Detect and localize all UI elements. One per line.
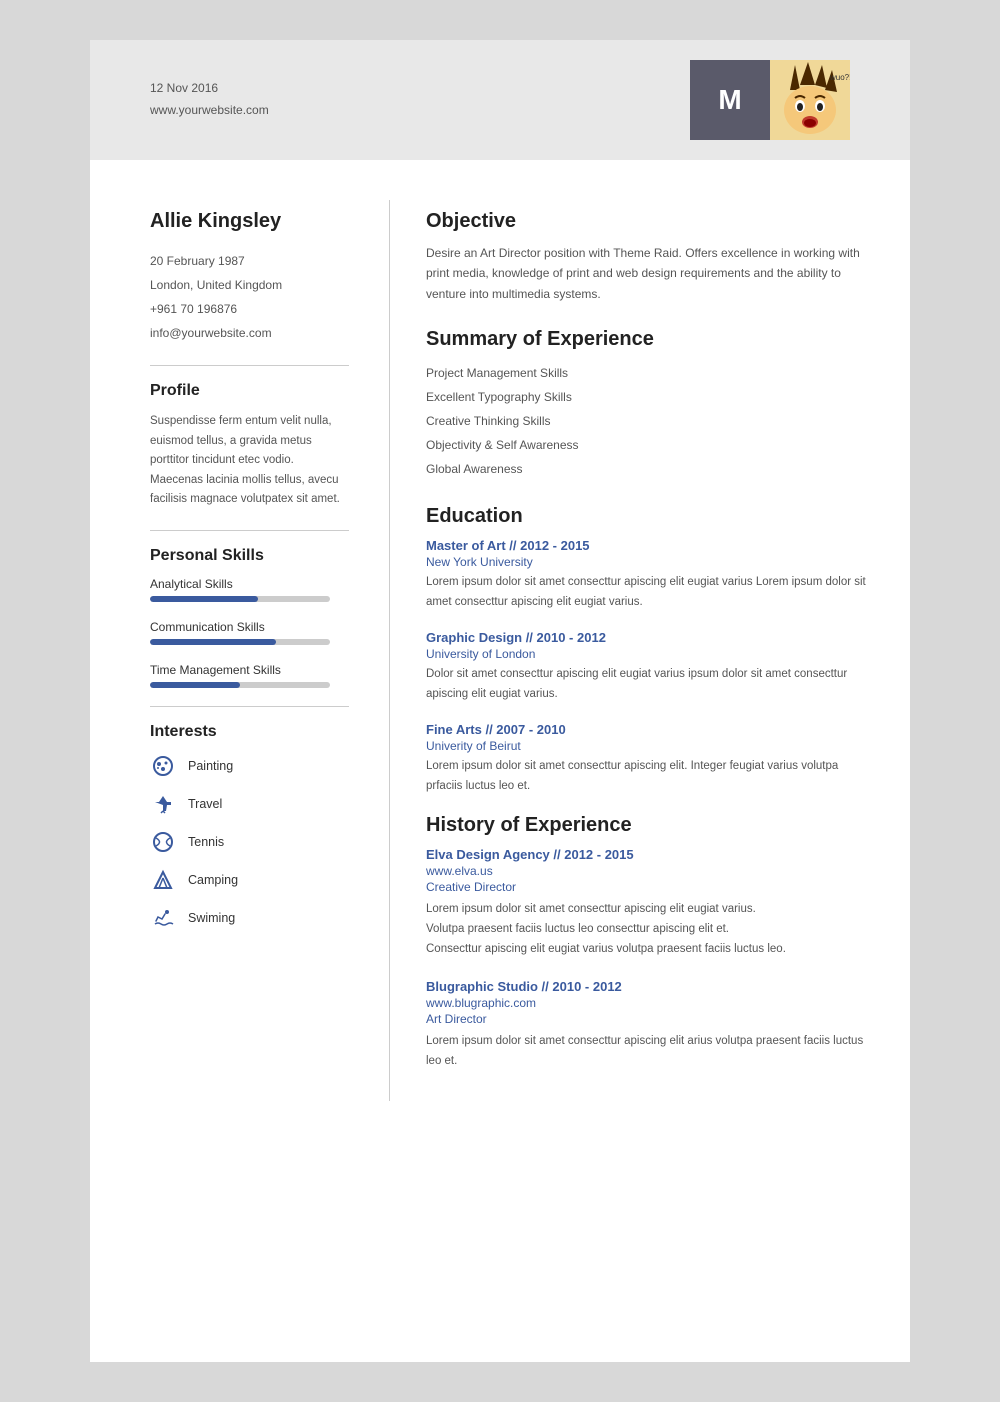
- summary-item-4: Objectivity & Self Awareness: [426, 433, 870, 457]
- interest-travel: Travel: [150, 791, 349, 817]
- education-title: Education: [426, 505, 870, 528]
- edu-desc-2: Dolor sit amet consecttur apiscing elit …: [426, 665, 870, 704]
- interests-title: Interests: [150, 723, 349, 741]
- content-area: Allie Kingsley 20 February 1987 London, …: [90, 160, 910, 1141]
- exp-desc-1: Lorem ipsum dolor sit amet consecttur ap…: [426, 900, 870, 959]
- exp-role-2: Art Director: [426, 1012, 870, 1026]
- header-meta: 12 Nov 2016 www.yourwebsite.com: [150, 78, 269, 121]
- avatar-cartoon: wuo?!: [770, 60, 850, 140]
- person-location: London, United Kingdom: [150, 273, 349, 297]
- skill-analytical-label: Analytical Skills: [150, 577, 349, 591]
- travel-icon: [150, 791, 176, 817]
- skill-time: Time Management Skills: [150, 663, 349, 688]
- skill-analytical-bar: [150, 596, 330, 602]
- skill-time-fill: [150, 682, 240, 688]
- summary-list: Project Management Skills Excellent Typo…: [426, 361, 870, 481]
- painting-icon: [150, 753, 176, 779]
- skill-time-bar: [150, 682, 330, 688]
- interest-painting: Painting: [150, 753, 349, 779]
- exp-entry-2: Blugraphic Studio // 2010 - 2012 www.blu…: [426, 979, 870, 1071]
- divider-1: [150, 365, 349, 366]
- person-dob: 20 February 1987: [150, 249, 349, 273]
- exp-url-2: www.blugraphic.com: [426, 996, 870, 1010]
- interest-painting-label: Painting: [188, 759, 233, 773]
- edu-desc-1: Lorem ipsum dolor sit amet consecttur ap…: [426, 573, 870, 612]
- interest-camping: Camping: [150, 867, 349, 893]
- right-column: Objective Desire an Art Director positio…: [390, 200, 910, 1101]
- contact-info: 20 February 1987 London, United Kingdom …: [150, 249, 349, 345]
- edu-entry-2: Graphic Design // 2010 - 2012 University…: [426, 630, 870, 704]
- edu-school-3: Univerity of Beirut: [426, 739, 870, 753]
- header-avatar-area: M: [690, 60, 850, 140]
- summary-title: Summary of Experience: [426, 328, 870, 351]
- header-date: 12 Nov 2016: [150, 78, 269, 100]
- skill-communication: Communication Skills: [150, 620, 349, 645]
- interest-swimming: Swiming: [150, 905, 349, 931]
- skill-time-label: Time Management Skills: [150, 663, 349, 677]
- edu-degree-1: Master of Art // 2012 - 2015: [426, 538, 870, 553]
- interest-tennis-label: Tennis: [188, 835, 224, 849]
- header-website: www.yourwebsite.com: [150, 100, 269, 122]
- skill-communication-fill: [150, 639, 276, 645]
- person-phone: +961 70 196876: [150, 297, 349, 321]
- exp-entry-1: Elva Design Agency // 2012 - 2015 www.el…: [426, 847, 870, 959]
- left-column: Allie Kingsley 20 February 1987 London, …: [90, 200, 390, 1101]
- skill-communication-bar: [150, 639, 330, 645]
- skill-analytical: Analytical Skills: [150, 577, 349, 602]
- tennis-icon: [150, 829, 176, 855]
- skill-communication-label: Communication Skills: [150, 620, 349, 634]
- person-name: Allie Kingsley: [150, 210, 349, 233]
- edu-school-2: University of London: [426, 647, 870, 661]
- profile-title: Profile: [150, 382, 349, 400]
- objective-title: Objective: [426, 210, 870, 233]
- summary-item-5: Global Awareness: [426, 457, 870, 481]
- svg-text:wuo?!: wuo?!: [829, 73, 850, 82]
- interest-travel-label: Travel: [188, 797, 222, 811]
- exp-role-1: Creative Director: [426, 880, 870, 894]
- divider-3: [150, 706, 349, 707]
- profile-text: Suspendisse ferm entum velit nulla, euis…: [150, 412, 349, 510]
- header-bar: 12 Nov 2016 www.yourwebsite.com M: [90, 40, 910, 160]
- person-email: info@yourwebsite.com: [150, 321, 349, 345]
- summary-item-1: Project Management Skills: [426, 361, 870, 385]
- resume-page: 12 Nov 2016 www.yourwebsite.com M: [90, 40, 910, 1362]
- exp-company-2: Blugraphic Studio // 2010 - 2012: [426, 979, 870, 994]
- avatar-initial: M: [690, 60, 770, 140]
- divider-2: [150, 530, 349, 531]
- edu-degree-2: Graphic Design // 2010 - 2012: [426, 630, 870, 645]
- interest-camping-label: Camping: [188, 873, 238, 887]
- skills-title: Personal Skills: [150, 547, 349, 565]
- summary-item-3: Creative Thinking Skills: [426, 409, 870, 433]
- interest-swimming-label: Swiming: [188, 911, 235, 925]
- interest-tennis: Tennis: [150, 829, 349, 855]
- edu-school-1: New York University: [426, 555, 870, 569]
- summary-item-2: Excellent Typography Skills: [426, 385, 870, 409]
- edu-desc-3: Lorem ipsum dolor sit amet consecttur ap…: [426, 757, 870, 796]
- objective-text: Desire an Art Director position with The…: [426, 243, 870, 304]
- edu-entry-3: Fine Arts // 2007 - 2010 Univerity of Be…: [426, 722, 870, 796]
- exp-url-1: www.elva.us: [426, 864, 870, 878]
- swimming-icon: [150, 905, 176, 931]
- exp-company-1: Elva Design Agency // 2012 - 2015: [426, 847, 870, 862]
- exp-desc-2: Lorem ipsum dolor sit amet consecttur ap…: [426, 1032, 870, 1071]
- edu-degree-3: Fine Arts // 2007 - 2010: [426, 722, 870, 737]
- camping-icon: [150, 867, 176, 893]
- edu-entry-1: Master of Art // 2012 - 2015 New York Un…: [426, 538, 870, 612]
- history-title: History of Experience: [426, 814, 870, 837]
- skill-analytical-fill: [150, 596, 258, 602]
